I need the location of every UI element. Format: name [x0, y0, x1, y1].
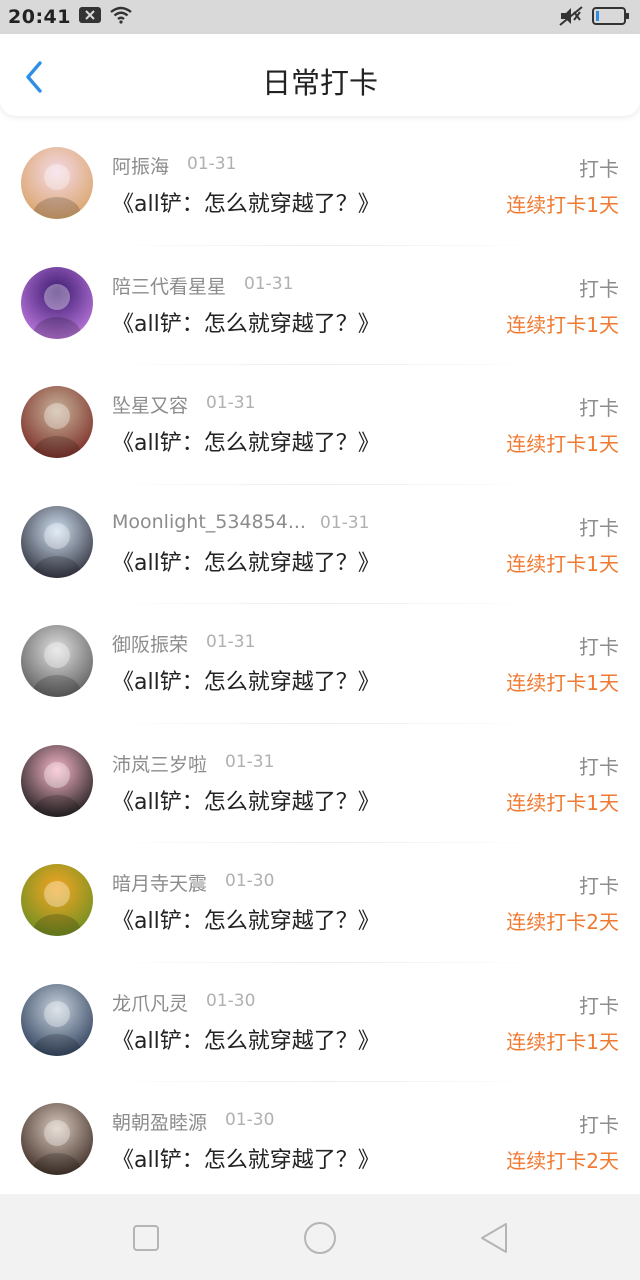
book-title[interactable]: 《all铲：怎么就穿越了？》	[112, 425, 380, 457]
user-name[interactable]: 沛岚三岁啦	[112, 750, 207, 777]
avatar[interactable]	[21, 983, 93, 1056]
book-title[interactable]: 《all铲：怎么就穿越了？》	[112, 1142, 380, 1174]
streak-label: 连续打卡2天	[506, 910, 619, 934]
wifi-icon	[109, 6, 133, 28]
checkin-label: 打卡	[579, 635, 619, 659]
avatar[interactable]	[21, 266, 93, 339]
status-time: 20:41	[8, 6, 71, 28]
streak-label: 连续打卡1天	[506, 193, 619, 217]
book-title[interactable]: 《all铲：怎么就穿越了？》	[112, 784, 380, 816]
battery-icon	[592, 6, 630, 30]
page-title: 日常打卡	[261, 66, 378, 100]
page-header: 日常打卡	[0, 34, 640, 116]
streak-label: 连续打卡1天	[506, 312, 619, 337]
user-name[interactable]: 龙爪凡灵	[112, 989, 188, 1016]
streak-label: 连续打卡1天	[506, 551, 619, 576]
checkin-row[interactable]: 御阪振荣 01-31 《all铲：怎么就穿越了？》 打卡连续打卡1天	[0, 604, 640, 724]
checkin-label: 打卡	[579, 157, 619, 181]
user-name[interactable]: 阿振海	[112, 152, 169, 179]
home-button[interactable]	[300, 1218, 340, 1258]
checkin-label: 打卡	[579, 1113, 619, 1137]
book-title[interactable]: 《all铲：怎么就穿越了？》	[112, 186, 380, 218]
streak-label: 连续打卡1天	[506, 790, 619, 815]
checkin-row[interactable]: 沛岚三岁啦 01-31 《all铲：怎么就穿越了？》 打卡连续打卡1天	[0, 724, 640, 844]
checkin-row[interactable]: 阿振海 01-31 《all铲：怎么就穿越了？》 打卡连续打卡1天	[0, 126, 640, 246]
checkin-date: 01-31	[187, 154, 237, 174]
avatar[interactable]	[21, 505, 93, 578]
user-name[interactable]: 暗月寺天震	[112, 869, 207, 896]
user-name[interactable]: 坠星又容	[112, 391, 188, 418]
avatar[interactable]	[21, 864, 93, 936]
checkin-date: 01-31	[206, 632, 256, 652]
back-triangle-icon	[481, 1223, 507, 1253]
book-title[interactable]: 《all铲：怎么就穿越了？》	[112, 306, 380, 338]
checkin-date: 01-31	[206, 393, 256, 413]
book-title[interactable]: 《all铲：怎么就穿越了？》	[112, 903, 380, 935]
streak-label: 连续打卡1天	[506, 671, 619, 695]
avatar[interactable]	[21, 625, 93, 697]
checkin-date: 01-30	[225, 1110, 275, 1130]
checkin-list: 阿振海 01-31 《all铲：怎么就穿越了？》 打卡 连续打卡1天 陪三代看星星 01-3…	[0, 126, 640, 1202]
checkin-label: 打卡	[579, 874, 619, 898]
home-icon	[304, 1222, 336, 1254]
nav-back-button[interactable]	[474, 1218, 514, 1258]
status-bar: 20:41	[0, 0, 640, 34]
checkin-date: 01-31	[244, 273, 294, 294]
checkin-label: 打卡	[579, 993, 619, 1018]
checkin-row[interactable]: Moonlight_534854... 01-31 《all铲：怎么就穿越了？》 打卡…	[0, 485, 640, 605]
system-nav-bar	[0, 1194, 640, 1280]
close-notification-icon	[78, 7, 101, 27]
checkin-row[interactable]: 坠星又容 01-31 《all铲：怎么就穿越了？》 打卡连续打卡1天	[0, 365, 640, 485]
avatar[interactable]	[21, 386, 93, 458]
avatar[interactable]	[21, 744, 93, 817]
book-title[interactable]: 《all铲：怎么就穿越了？》	[112, 545, 380, 577]
checkin-label: 打卡	[579, 754, 619, 779]
user-name[interactable]: 朝朝盈睦源	[112, 1108, 207, 1135]
recent-apps-button[interactable]	[126, 1218, 166, 1258]
book-title[interactable]: 《all铲：怎么就穿越了？》	[112, 1023, 380, 1055]
book-title[interactable]: 《all铲：怎么就穿越了？》	[112, 664, 380, 696]
user-name[interactable]: 陪三代看星星	[112, 272, 226, 299]
recent-apps-icon	[133, 1225, 159, 1251]
checkin-label: 打卡	[579, 276, 619, 301]
avatar[interactable]	[21, 1103, 93, 1175]
streak-label: 连续打卡1天	[506, 1029, 619, 1054]
user-name[interactable]: 御阪振荣	[112, 630, 188, 657]
checkin-date: 01-31	[320, 512, 370, 533]
checkin-row[interactable]: 朝朝盈睦源 01-30 《all铲：怎么就穿越了？》 打卡连续打卡2天	[0, 1082, 640, 1202]
checkin-row[interactable]: 陪三代看星星 01-31 《all铲：怎么就穿越了？》 打卡连续打卡1天	[0, 246, 640, 366]
checkin-date: 01-30	[206, 990, 256, 1011]
streak-label: 连续打卡1天	[506, 432, 619, 456]
checkin-label: 打卡	[579, 515, 619, 540]
checkin-date: 01-30	[225, 871, 275, 891]
checkin-label: 打卡	[579, 396, 619, 420]
checkin-row[interactable]: 龙爪凡灵 01-30 《all铲：怎么就穿越了？》 打卡连续打卡1天	[0, 963, 640, 1083]
checkin-row[interactable]: 暗月寺天震 01-30 《all铲：怎么就穿越了？》 打卡连续打卡2天	[0, 843, 640, 963]
mute-icon	[558, 5, 584, 31]
user-name[interactable]: Moonlight_534854...	[112, 511, 306, 533]
avatar[interactable]	[21, 147, 93, 219]
checkin-date: 01-31	[225, 751, 275, 772]
streak-label: 连续打卡2天	[506, 1149, 619, 1173]
